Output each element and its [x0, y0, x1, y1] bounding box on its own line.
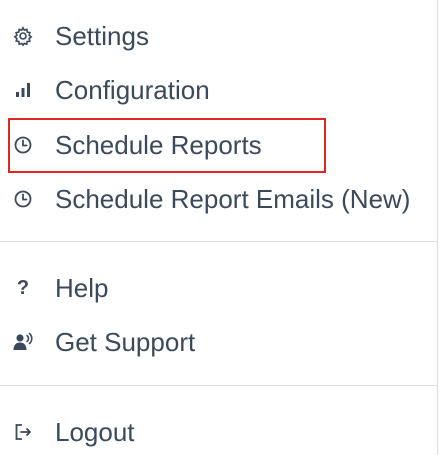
menu-item-label: Settings — [55, 21, 149, 51]
question-icon: ? — [16, 277, 30, 299]
bar-chart-icon — [12, 79, 34, 101]
menu-item-label: Schedule Report Emails (New) — [55, 184, 411, 214]
dropdown-menu: Settings Configuration Schedule Reports — [0, 0, 438, 455]
menu-item-label: Schedule Reports — [55, 130, 262, 160]
logout-icon — [12, 421, 34, 443]
clock-icon — [12, 134, 34, 156]
menu-item-label: Logout — [55, 417, 135, 447]
clock-icon — [12, 188, 34, 210]
menu-divider — [0, 241, 437, 242]
menu-item-schedule-report-emails[interactable]: Schedule Report Emails (New) — [0, 172, 437, 226]
menu-item-help[interactable]: ? Help — [0, 261, 437, 315]
menu-item-label: Configuration — [55, 75, 210, 105]
menu-item-label: Help — [55, 273, 109, 303]
menu-divider — [0, 385, 437, 386]
menu-item-logout[interactable]: Logout — [0, 405, 437, 455]
menu-item-label: Get Support — [55, 327, 196, 357]
menu-item-schedule-reports[interactable]: Schedule Reports — [0, 118, 437, 172]
menu-item-get-support[interactable]: Get Support — [0, 315, 437, 369]
gear-icon — [12, 25, 34, 47]
menu-item-settings[interactable]: Settings — [0, 9, 437, 63]
support-users-icon — [12, 331, 34, 353]
menu-item-configuration[interactable]: Configuration — [0, 63, 437, 117]
